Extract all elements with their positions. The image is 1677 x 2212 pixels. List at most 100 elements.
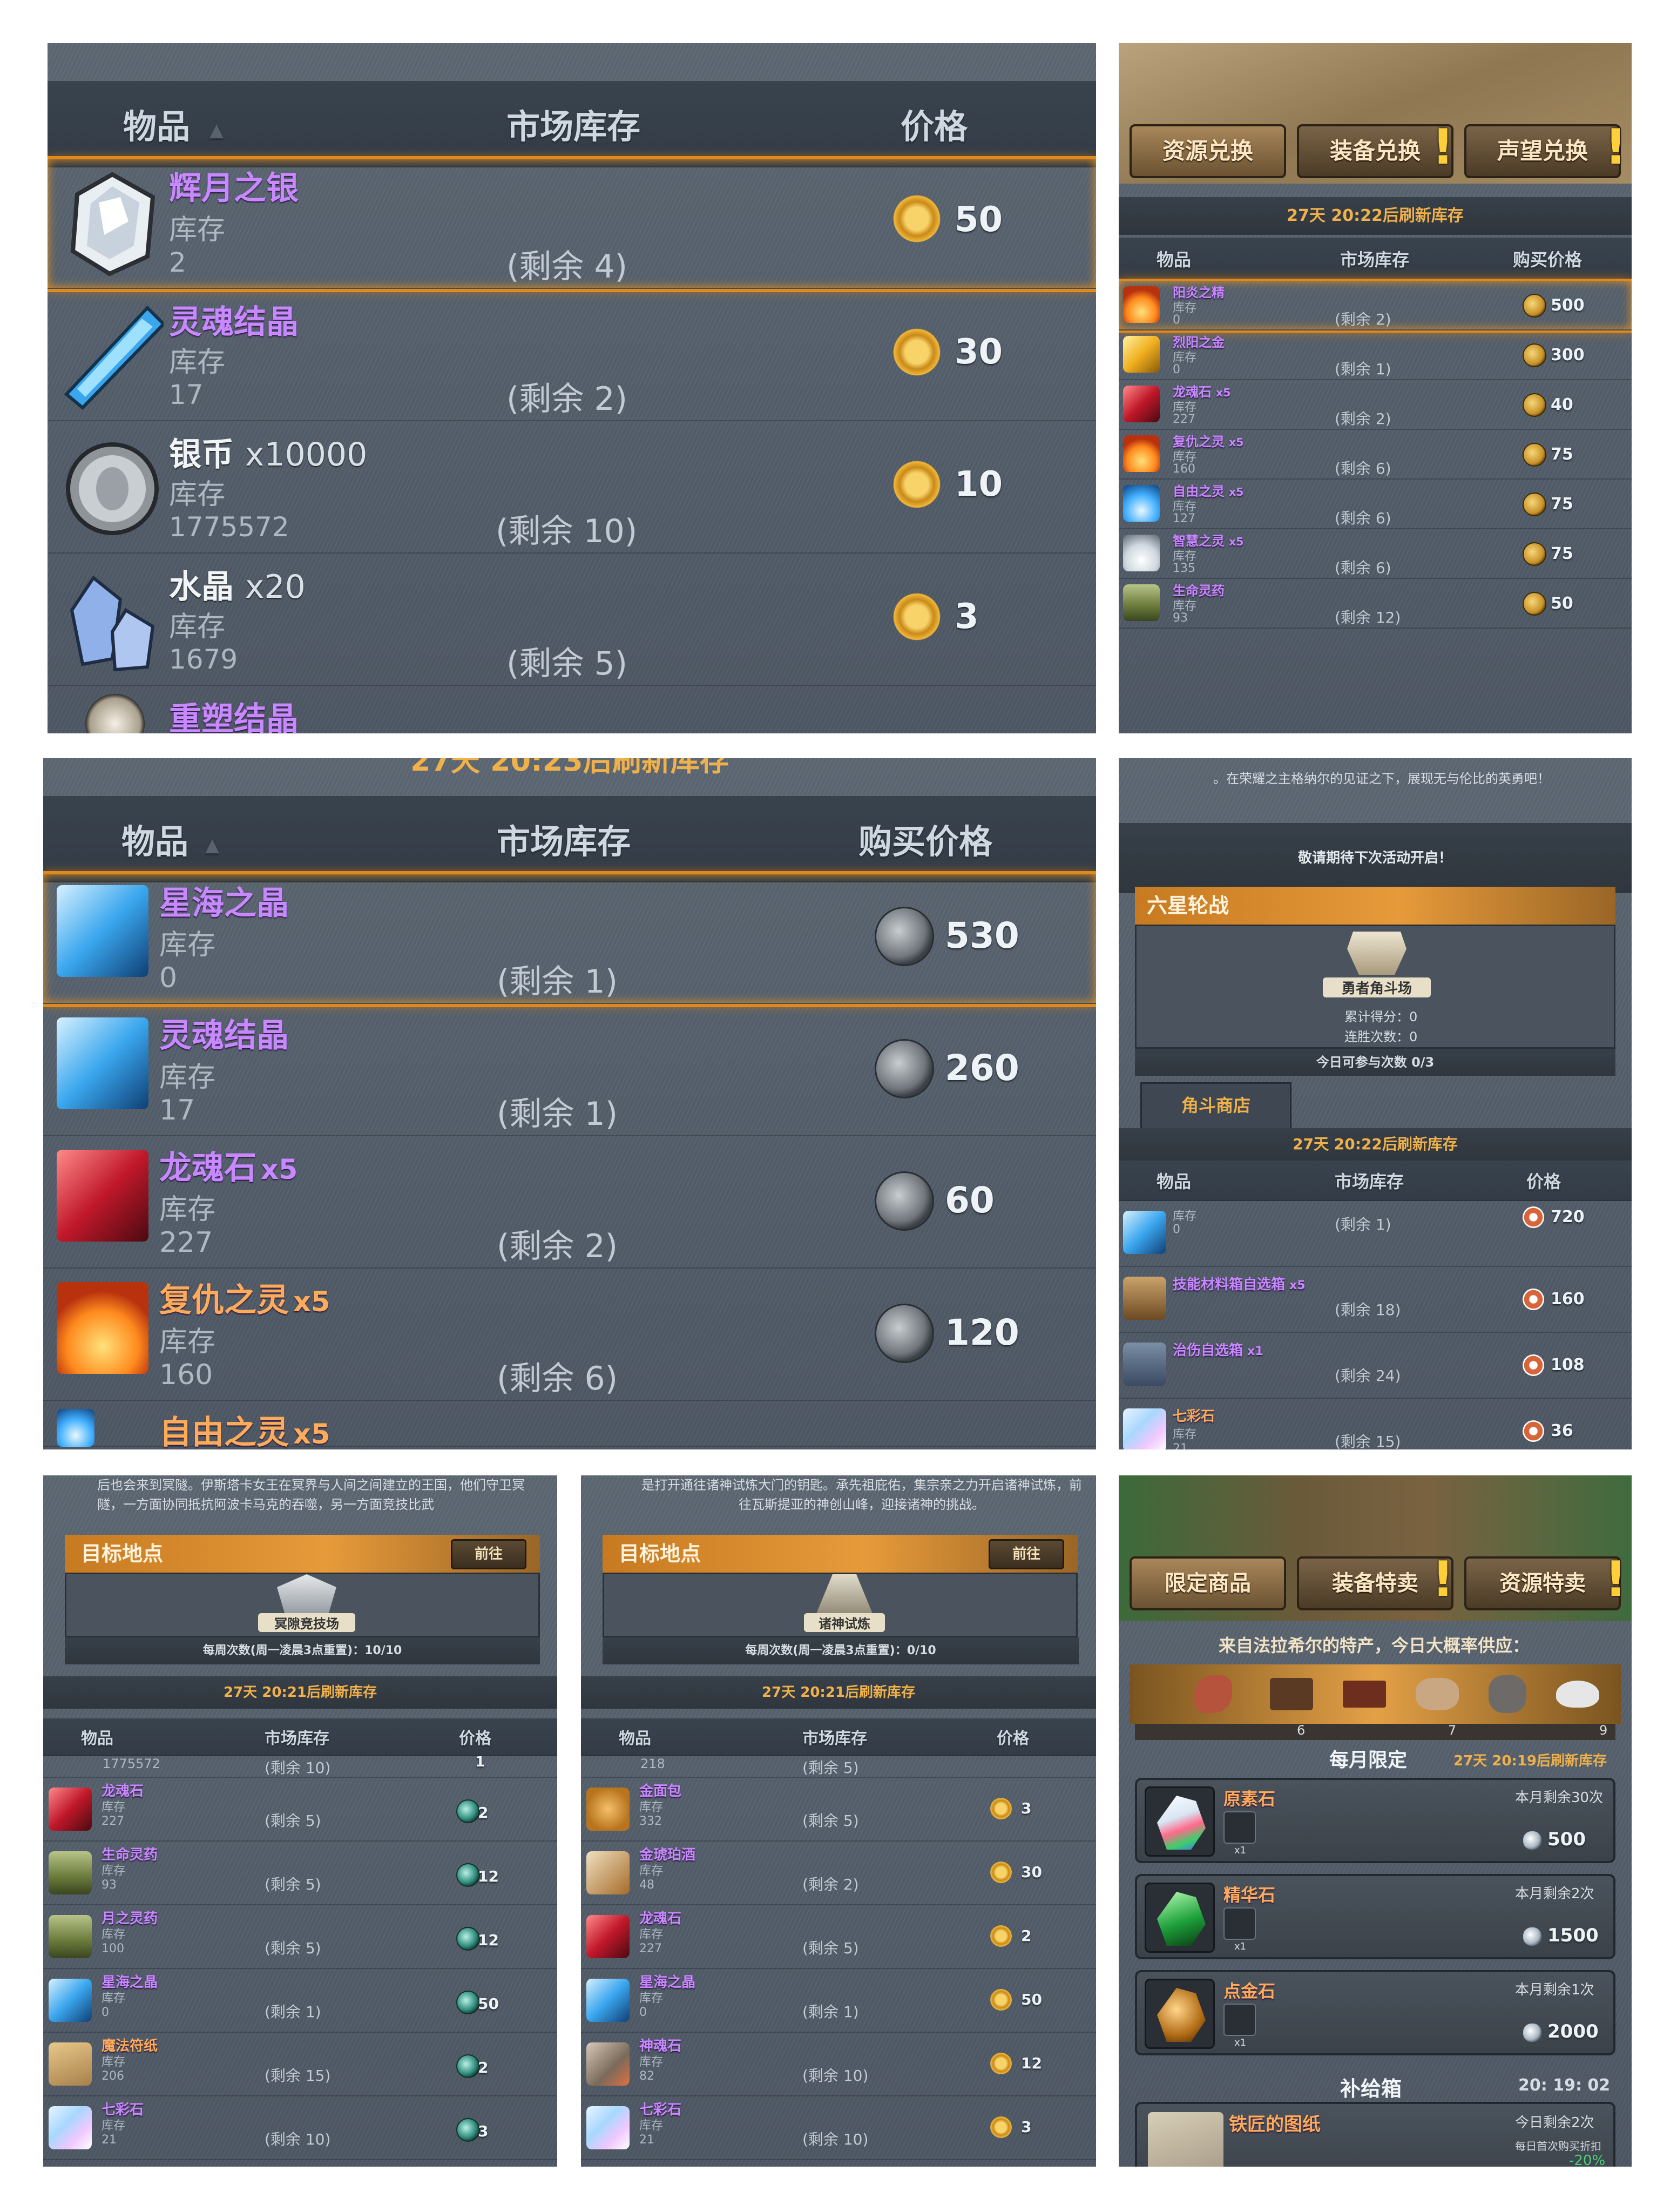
- table-row[interactable]: 龙魂石 x5 库存 227 (剩余 2) 60: [43, 1139, 1096, 1269]
- stock-count: 17: [169, 379, 204, 410]
- tab-arena-shop[interactable]: 角斗商店: [1140, 1082, 1291, 1128]
- table-row[interactable]: 星海之晶 库存 0 (剩余 1) 530: [43, 871, 1096, 1007]
- tab-label: 资源兑换: [1162, 138, 1253, 164]
- monthly-item-card[interactable]: 精华石 x1 本月剩余2次 1500: [1135, 1874, 1615, 1959]
- destination-card[interactable]: 冥隙竞技场: [65, 1573, 540, 1637]
- table-row[interactable]: 重塑结晶: [48, 689, 1096, 733]
- item-name: 重塑结晶: [169, 700, 299, 733]
- table-row[interactable]: 魔法符纸 库存 206 (剩余 15) 2: [43, 2033, 557, 2096]
- table-row[interactable]: 灵魂结晶 库存 17 (剩余 1) 260: [43, 1007, 1096, 1136]
- stock-count: 82: [639, 2069, 654, 2083]
- panel-abyss-arena-shop: 后也会来到冥隧。伊斯塔卡女王在冥界与人间之间建立的王国，他们守卫冥隧，一方面协同…: [43, 1475, 557, 2167]
- card-item-name: 点金石: [1223, 1981, 1276, 2001]
- table-row[interactable]: 技能材料箱自选箱 x5 (剩余 18) 160: [1119, 1267, 1632, 1333]
- emerald-coin-icon: [456, 1799, 480, 1823]
- table-row[interactable]: 阳炎之精 库存 0 (剩余 2) 500: [1119, 279, 1632, 333]
- tab-reputation-exchange[interactable]: 声望兑换: [1464, 124, 1621, 178]
- sun-coin-icon: [883, 451, 950, 518]
- tab-equipment-exchange[interactable]: 装备兑换: [1297, 124, 1453, 178]
- table-row[interactable]: 复仇之灵 x5 库存 160 (剩余 6) 75: [1119, 430, 1632, 480]
- table-row[interactable]: 灵魂结晶 库存 17 (剩余 2) 30: [48, 292, 1096, 421]
- remaining: (剩余 5): [802, 1939, 859, 1957]
- table-row[interactable]: 生命灵药 库存 93 (剩余 5) 12: [43, 1842, 557, 1905]
- table-row[interactable]: 星海之晶 库存 0 (剩余 1) 50: [43, 1969, 557, 2033]
- stock-label: 库存: [102, 1928, 126, 1941]
- table-row[interactable]: 金面包 库存 332 (剩余 5) 3: [581, 1778, 1096, 1842]
- supply-card[interactable]: 铁匠的图纸 今日剩余2次 每日首次购买折扣 -20%: [1135, 2102, 1615, 2167]
- header-price: 价格: [459, 1729, 491, 1748]
- gem-coin-icon: [1523, 1927, 1541, 1946]
- monthly-title: 每月限定: [1329, 1749, 1408, 1771]
- stock-count: 227: [159, 1226, 213, 1259]
- stock-count: 21: [1173, 1442, 1188, 1449]
- gold-coin-icon: [1523, 493, 1546, 516]
- stock-label: 库存: [169, 611, 226, 643]
- card-price: 2000: [1547, 2021, 1599, 2042]
- table-row[interactable]: 辉月之银 库存 2 (剩余 4) 50: [48, 156, 1096, 292]
- header-item[interactable]: 物品: [123, 99, 190, 148]
- supply-count: 6: [1297, 1723, 1306, 1738]
- monthly-item-card[interactable]: 原素石 x1 本月剩余30次 500: [1135, 1778, 1615, 1863]
- table-row[interactable]: 七彩石 库存 21 (剩余 15) 36: [1119, 1399, 1632, 1449]
- table-row[interactable]: 银币 x10000 库存 1775572 (剩余 10) 10: [48, 424, 1096, 554]
- table-row[interactable]: 复仇之灵 x5 库存 160 (剩余 6) 120: [43, 1271, 1096, 1401]
- table-row[interactable]: 治伤自选箱 x1 (剩余 24) 108: [1119, 1333, 1632, 1399]
- table-row[interactable]: 七彩石 库存 21 (剩余 10) 3: [43, 2096, 557, 2160]
- arena-card[interactable]: 勇者角斗场 累计得分：0 连胜次数：0: [1135, 925, 1615, 1049]
- gold-coin-icon: [1523, 343, 1546, 367]
- table-row[interactable]: 自由之灵 x5 库存 127 (剩余 6) 75: [1119, 480, 1632, 529]
- stock-label: 库存: [169, 478, 226, 511]
- tab-limited-goods[interactable]: 限定商品: [1130, 1556, 1286, 1610]
- table-row[interactable]: 龙魂石 x5 库存 227 (剩余 2) 40: [1119, 380, 1632, 430]
- destination-card[interactable]: 诸神试炼: [603, 1573, 1078, 1637]
- table-row[interactable]: 智慧之灵 x5 库存 135 (剩余 6) 75: [1119, 529, 1632, 579]
- item-icon: [1123, 535, 1160, 571]
- table-row[interactable]: 龙魂石 库存 227 (剩余 5) 2: [43, 1778, 557, 1842]
- price: 1: [475, 1754, 485, 1770]
- table-row[interactable]: 烈阳之金 库存 0 (剩余 1) 300: [1119, 331, 1632, 380]
- card-remain: 本月剩余2次: [1515, 1886, 1594, 1902]
- intro-text: 后也会来到冥隧。伊斯塔卡女王在冥界与人间之间建立的王国，他们守卫冥隧，一方面协同…: [97, 1475, 545, 1514]
- header-price: 购买价格: [1513, 249, 1583, 270]
- remaining: (剩余 4): [506, 248, 628, 286]
- score: 累计得分：0: [1344, 1009, 1418, 1024]
- monthly-item-card[interactable]: 点金石 x1 本月剩余1次 2000: [1135, 1970, 1615, 2055]
- go-button[interactable]: 前往: [451, 1539, 526, 1569]
- tab-label: 角斗商店: [1181, 1095, 1250, 1116]
- sort-arrow-icon[interactable]: ▲: [205, 834, 219, 856]
- table-row[interactable]: 库存 0 (剩余 1) 720: [1119, 1201, 1632, 1267]
- table-row[interactable]: 神魂石 库存 82 (剩余 10) 12: [581, 2033, 1096, 2096]
- stock-count: 93: [1173, 611, 1188, 625]
- item-icon: [1123, 1343, 1166, 1386]
- header-item[interactable]: 物品: [121, 814, 188, 863]
- stock-count: 160: [159, 1359, 213, 1391]
- item-icon: [57, 1150, 148, 1242]
- table-row[interactable]: 月之灵药 库存 100 (剩余 5) 12: [43, 1905, 557, 1969]
- gold-coin-icon: [1523, 393, 1546, 417]
- card-remain: 本月剩余1次: [1515, 1982, 1594, 1998]
- tab-resource-sale[interactable]: 资源特卖: [1464, 1556, 1621, 1610]
- table-header: 物品 市场库存 价格: [581, 1718, 1096, 1756]
- table-row[interactable]: 七彩石 库存 21 (剩余 10) 3: [581, 2096, 1096, 2160]
- remaining: (剩余 18): [1335, 1301, 1401, 1319]
- table-row[interactable]: 水晶 x20 库存 1679 (剩余 5) 3: [48, 556, 1096, 686]
- card-item-name: 原素石: [1223, 1789, 1276, 1809]
- sort-arrow-icon[interactable]: ▲: [209, 119, 224, 141]
- price: 30: [1021, 1863, 1042, 1881]
- stock-count: 17: [159, 1094, 195, 1127]
- tab-equipment-sale[interactable]: 装备特卖: [1297, 1556, 1453, 1610]
- table-row[interactable]: 星海之晶 库存 0 (剩余 1) 50: [581, 1969, 1096, 2033]
- item-qty: x5: [1229, 436, 1244, 449]
- price: 2: [1021, 1927, 1032, 1945]
- header-stock: 市场库存: [265, 1729, 329, 1748]
- item-name: 龙魂石 x5: [159, 1142, 297, 1189]
- tab-label: 装备兑换: [1329, 138, 1421, 164]
- table-row[interactable]: 生命灵药 库存 93 (剩余 12) 50: [1119, 579, 1632, 629]
- table-row[interactable]: 龙魂石 库存 227 (剩余 5) 2: [581, 1905, 1096, 1969]
- table-row[interactable]: 金琥珀酒 库存 48 (剩余 2) 30: [581, 1842, 1096, 1905]
- table-row-partial[interactable]: 1775572 (剩余 10) 1: [43, 1754, 557, 1778]
- tab-resource-exchange[interactable]: 资源兑换: [1130, 124, 1286, 178]
- go-button[interactable]: 前往: [989, 1539, 1064, 1569]
- table-row-partial[interactable]: 218 (剩余 5): [581, 1756, 1096, 1778]
- table-row[interactable]: 自由之灵 x5: [43, 1404, 1096, 1449]
